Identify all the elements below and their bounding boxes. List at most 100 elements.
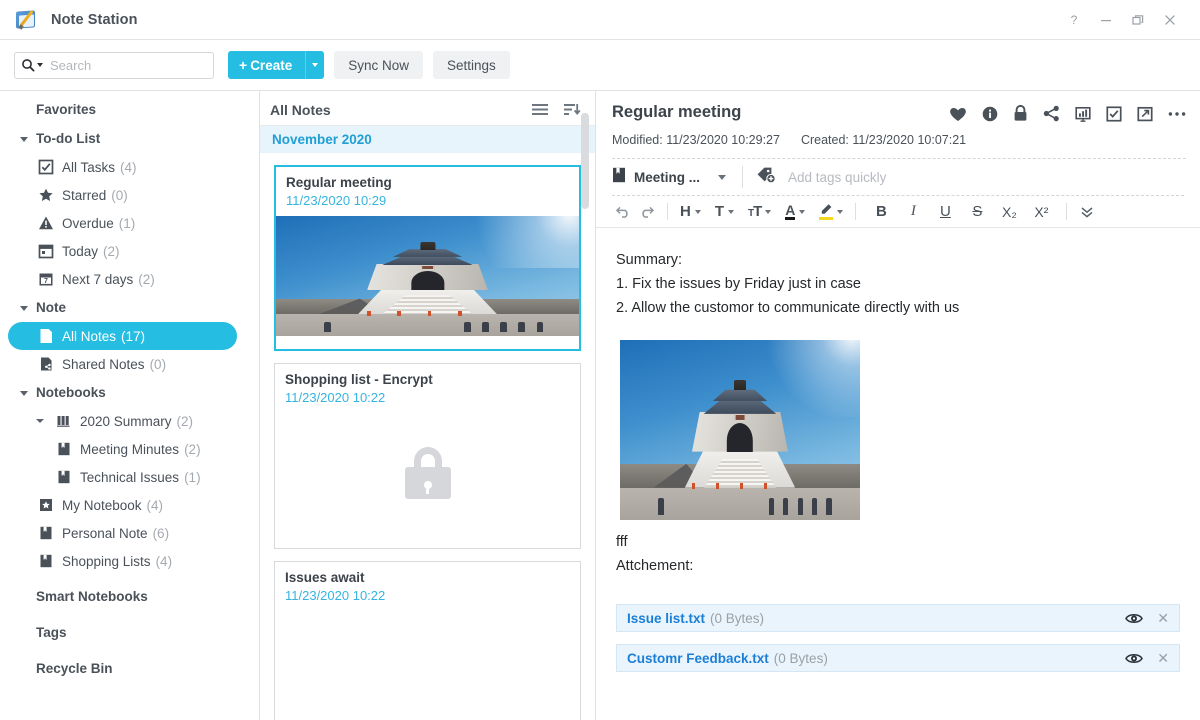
sidebar-item-today[interactable]: Today (2) bbox=[8, 237, 237, 265]
font-color-dropdown[interactable]: A bbox=[782, 200, 808, 224]
sidebar-item-technical-issues[interactable]: Technical Issues (1) bbox=[8, 463, 237, 491]
info-icon[interactable] bbox=[982, 106, 998, 122]
create-button[interactable]: + Create bbox=[228, 51, 305, 79]
sidebar-item-count: (2) bbox=[138, 272, 155, 287]
sidebar-item-label: My Notebook bbox=[62, 498, 142, 513]
sidebar-section-label: Tags bbox=[36, 625, 67, 640]
note-card-shopping-list-encrypt[interactable]: Shopping list - Encrypt 11/23/2020 10:22 bbox=[274, 363, 581, 549]
books-icon bbox=[56, 413, 73, 429]
highlight-color-dropdown[interactable] bbox=[816, 200, 846, 224]
create-dropdown-button[interactable] bbox=[305, 51, 324, 79]
superscript-button[interactable]: X² bbox=[1030, 200, 1052, 224]
sidebar-item-next-7-days[interactable]: 7 Next 7 days (2) bbox=[8, 265, 237, 293]
memorial-hall-photo bbox=[276, 216, 579, 336]
note-card-title: Issues await bbox=[275, 562, 580, 585]
note-list-scrollbar-thumb[interactable] bbox=[581, 113, 589, 209]
sidebar: Favorites To-do List All Tasks (4) bbox=[0, 91, 260, 720]
note-card-title: Regular meeting bbox=[276, 167, 579, 190]
share-icon[interactable] bbox=[1043, 105, 1060, 122]
attachment-row[interactable]: Issue list.txt (0 Bytes) ✕ bbox=[616, 604, 1180, 632]
sidebar-item-personal-note[interactable]: Personal Note (6) bbox=[8, 519, 237, 547]
sidebar-item-starred[interactable]: Starred (0) bbox=[8, 181, 237, 209]
sidebar-section-recycle-bin[interactable]: Recycle Bin bbox=[0, 654, 259, 683]
sidebar-section-note[interactable]: Note bbox=[0, 293, 259, 322]
font-size-dropdown[interactable]: TT bbox=[745, 200, 774, 224]
tags-input[interactable] bbox=[788, 170, 1088, 185]
sidebar-item-all-notes[interactable]: All Notes (17) bbox=[8, 322, 237, 350]
add-tag-icon[interactable] bbox=[756, 166, 776, 189]
note-card-thumbnail bbox=[276, 216, 579, 336]
notebook-selector-label: Meeting ... bbox=[634, 170, 700, 185]
underline-button[interactable]: U bbox=[934, 200, 956, 224]
more-options-icon[interactable] bbox=[1168, 111, 1186, 117]
attachment-name[interactable]: Issue list.txt bbox=[627, 611, 705, 626]
preview-eye-icon[interactable] bbox=[1125, 612, 1143, 625]
maximize-button[interactable] bbox=[1122, 0, 1154, 40]
note-list-panel: All Notes bbox=[260, 91, 596, 720]
sidebar-item-count: (0) bbox=[111, 188, 128, 203]
sidebar-item-label: Today bbox=[62, 244, 98, 259]
chart-icon[interactable] bbox=[1075, 106, 1091, 122]
open-in-new-window-icon[interactable] bbox=[1137, 106, 1153, 122]
sidebar-item-overdue[interactable]: Overdue (1) bbox=[8, 209, 237, 237]
note-content-area[interactable]: Summary: 1. Fix the issues by Friday jus… bbox=[596, 228, 1200, 720]
bold-button[interactable]: B bbox=[870, 200, 892, 224]
note-card-issues-await[interactable]: Issues await 11/23/2020 10:22 bbox=[274, 561, 581, 720]
sidebar-section-smart-notebooks[interactable]: Smart Notebooks bbox=[0, 582, 259, 611]
more-formatting-icon[interactable] bbox=[1076, 200, 1098, 224]
note-station-app-icon bbox=[14, 7, 40, 33]
note-list-header: All Notes bbox=[260, 94, 595, 126]
settings-button[interactable]: Settings bbox=[433, 51, 510, 79]
search-box[interactable] bbox=[14, 52, 214, 79]
sidebar-item-my-notebook[interactable]: My Notebook (4) bbox=[8, 491, 237, 519]
strikethrough-button[interactable]: S bbox=[966, 200, 988, 224]
note-list-scrollbar-track[interactable] bbox=[584, 91, 592, 720]
font-dropdown[interactable]: T bbox=[712, 200, 737, 224]
undo-icon[interactable] bbox=[612, 200, 635, 224]
redo-icon[interactable] bbox=[635, 200, 658, 224]
font-color-label: A bbox=[785, 203, 795, 220]
sidebar-item-meeting-minutes[interactable]: Meeting Minutes (2) bbox=[8, 435, 237, 463]
minimize-button[interactable] bbox=[1090, 0, 1122, 40]
search-filter-caret-icon[interactable] bbox=[37, 63, 43, 67]
remove-attachment-icon[interactable]: ✕ bbox=[1157, 610, 1169, 627]
notebook-selector[interactable]: Meeting ... bbox=[612, 167, 726, 188]
subscript-button[interactable]: X₂ bbox=[998, 200, 1020, 224]
sidebar-section-label: Notebooks bbox=[36, 385, 106, 400]
note-card-encrypted-placeholder bbox=[275, 413, 580, 533]
close-button[interactable] bbox=[1154, 0, 1186, 40]
help-button[interactable]: ? bbox=[1058, 0, 1090, 40]
note-content-image[interactable] bbox=[620, 340, 860, 520]
note-list-title: All Notes bbox=[270, 102, 331, 118]
lock-encrypt-icon[interactable] bbox=[1013, 105, 1028, 122]
heading-dropdown[interactable]: H bbox=[677, 200, 704, 224]
sidebar-item-all-tasks[interactable]: All Tasks (4) bbox=[8, 153, 237, 181]
sidebar-item-shopping-lists[interactable]: Shopping Lists (4) bbox=[8, 547, 237, 575]
search-input[interactable] bbox=[50, 58, 207, 73]
sidebar-section-tags[interactable]: Tags bbox=[0, 618, 259, 647]
sidebar-section-notebooks[interactable]: Notebooks bbox=[0, 378, 259, 407]
note-card-date: 11/23/2020 10:22 bbox=[275, 585, 580, 603]
sidebar-section-favorites[interactable]: Favorites bbox=[0, 95, 259, 124]
triangle-down-icon[interactable] bbox=[36, 419, 44, 423]
note-card-regular-meeting[interactable]: Regular meeting 11/23/2020 10:29 bbox=[274, 165, 581, 351]
remove-attachment-icon[interactable]: ✕ bbox=[1157, 650, 1169, 667]
note-detail-title[interactable]: Regular meeting bbox=[612, 103, 741, 122]
sidebar-item-count: (4) bbox=[147, 498, 164, 513]
note-detail-toolbar bbox=[949, 103, 1186, 122]
attachment-size: (0 Bytes) bbox=[710, 611, 764, 626]
sync-now-button[interactable]: Sync Now bbox=[334, 51, 423, 79]
toolbar-divider bbox=[1066, 203, 1067, 220]
sort-descending-icon[interactable] bbox=[563, 102, 581, 117]
created-timestamp: Created: 11/23/2020 10:07:21 bbox=[801, 133, 966, 147]
list-view-icon[interactable] bbox=[531, 102, 549, 117]
attachment-row[interactable]: Customr Feedback.txt (0 Bytes) ✕ bbox=[616, 644, 1180, 672]
favorite-heart-icon[interactable] bbox=[949, 106, 967, 122]
preview-eye-icon[interactable] bbox=[1125, 652, 1143, 665]
main-toolbar: + Create Sync Now Settings bbox=[0, 40, 1200, 91]
italic-button[interactable]: I bbox=[902, 200, 924, 224]
sidebar-section-todo-list[interactable]: To-do List bbox=[0, 124, 259, 153]
attachment-name[interactable]: Customr Feedback.txt bbox=[627, 651, 769, 666]
todo-checkbox-icon[interactable] bbox=[1106, 106, 1122, 122]
sidebar-item-shared-notes[interactable]: Shared Notes (0) bbox=[8, 350, 237, 378]
